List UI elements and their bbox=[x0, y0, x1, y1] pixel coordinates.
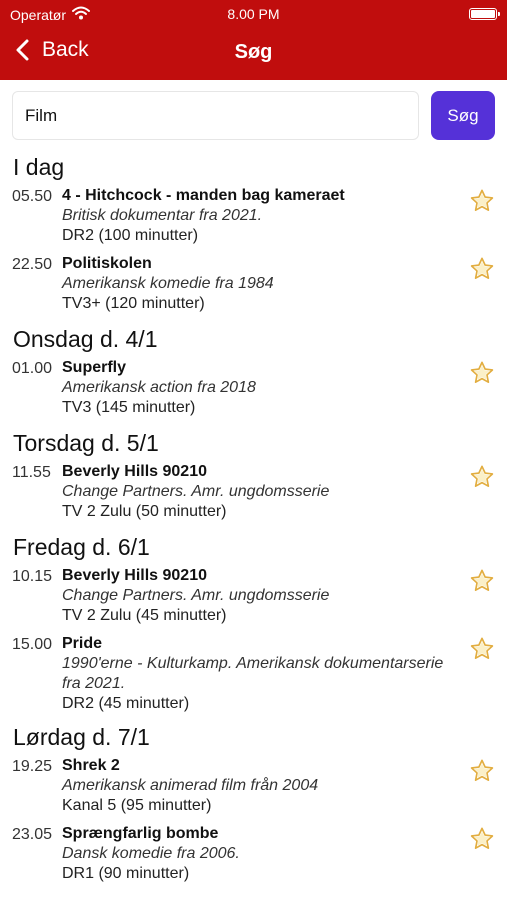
program-time: 10.15 bbox=[12, 568, 53, 585]
day-heading: I dag bbox=[13, 154, 65, 180]
program-item[interactable]: 19.25 Shrek 2 Amerikansk animerad film frå… bbox=[0, 756, 507, 818]
program-title: Sprængfarlig bombe bbox=[62, 825, 219, 842]
program-item[interactable]: 22.50 Politiskolen Amerikansk komedie fra … bbox=[0, 254, 507, 316]
star-favorite-icon[interactable] bbox=[469, 360, 495, 386]
star-favorite-icon[interactable] bbox=[469, 256, 495, 282]
program-title: Superfly bbox=[62, 359, 127, 376]
program-description: Dansk komedie fra 2006. bbox=[62, 845, 240, 862]
status-time: 8.00 PM bbox=[227, 6, 280, 22]
nav-bar: Back Søg bbox=[0, 28, 507, 80]
program-time: 22.50 bbox=[12, 256, 53, 273]
program-description: Change Partners. Amr. ungdomsserie bbox=[62, 587, 330, 604]
program-channel: DR2 (45 minutter) bbox=[62, 695, 190, 712]
program-time: 01.00 bbox=[12, 360, 53, 377]
program-title: 4 - Hitchcock - manden bag kameraet bbox=[62, 187, 345, 204]
star-favorite-icon[interactable] bbox=[469, 188, 495, 214]
program-time: 05.50 bbox=[12, 188, 53, 205]
program-title: Shrek 2 bbox=[62, 757, 120, 774]
program-item[interactable]: 11.55 Beverly Hills 90210 Change Partners.… bbox=[0, 462, 507, 524]
search-input[interactable] bbox=[12, 91, 419, 140]
program-time: 23.05 bbox=[12, 826, 53, 843]
day-heading: Fredag d. 6/1 bbox=[13, 534, 150, 560]
program-channel: TV 2 Zulu (50 minutter) bbox=[62, 503, 227, 520]
program-channel: DR2 (100 minutter) bbox=[62, 227, 199, 244]
star-favorite-icon[interactable] bbox=[469, 826, 495, 852]
program-description: Amerikansk action fra 2018 bbox=[62, 379, 256, 396]
star-favorite-icon[interactable] bbox=[469, 758, 495, 784]
program-title: Beverly Hills 90210 bbox=[62, 567, 207, 584]
program-item[interactable]: 15.00 Pride 1990'erne - Kulturkamp. Amerik… bbox=[0, 634, 507, 714]
search-row: Søg bbox=[12, 91, 495, 140]
star-favorite-icon[interactable] bbox=[469, 464, 495, 490]
program-time: 15.00 bbox=[12, 636, 53, 653]
program-title: Pride bbox=[62, 635, 103, 652]
program-item[interactable]: 01.00 Superfly Amerikansk action fra 2018 T… bbox=[0, 358, 507, 420]
day-heading: Torsdag d. 5/1 bbox=[13, 430, 159, 456]
program-item[interactable]: 10.15 Beverly Hills 90210 Change Partners.… bbox=[0, 566, 507, 628]
program-channel: TV 2 Zulu (45 minutter) bbox=[62, 607, 227, 624]
battery-icon bbox=[469, 8, 500, 20]
program-description: Amerikansk animerad film från 2004 bbox=[62, 777, 319, 794]
program-description: Change Partners. Amr. ungdomsserie bbox=[62, 483, 330, 500]
star-favorite-icon[interactable] bbox=[469, 568, 495, 594]
program-channel: TV3+ (120 minutter) bbox=[62, 295, 205, 312]
app-header: Operatør 8.00 PM Back Søg bbox=[0, 0, 507, 80]
status-bar: Operatør 8.00 PM bbox=[0, 0, 507, 28]
search-button[interactable]: Søg bbox=[431, 91, 495, 140]
program-channel: DR1 (90 minutter) bbox=[62, 865, 190, 882]
day-heading: Lørdag d. 7/1 bbox=[13, 724, 150, 750]
program-time: 11.55 bbox=[12, 464, 51, 481]
program-item[interactable]: 23.05 Sprængfarlig bombe Dansk komedie fra… bbox=[0, 824, 507, 886]
program-description: Amerikansk komedie fra 1984 bbox=[62, 275, 274, 292]
day-heading: Onsdag d. 4/1 bbox=[13, 326, 158, 352]
program-time: 19.25 bbox=[12, 758, 53, 775]
program-channel: TV3 (145 minutter) bbox=[62, 399, 196, 416]
page-title: Søg bbox=[234, 41, 273, 63]
program-item[interactable]: 05.50 4 - Hitchcock - manden bag kameraet… bbox=[0, 186, 507, 248]
program-title: Beverly Hills 90210 bbox=[62, 463, 207, 480]
results-list: I dag 05.50 4 - Hitchcock - manden bag kam… bbox=[0, 150, 507, 892]
program-description: Britisk dokumentar fra 2021. bbox=[62, 207, 263, 224]
program-description: 1990'erne - Kulturkamp. Amerikansk dokum… bbox=[62, 655, 444, 692]
program-title: Politiskolen bbox=[62, 255, 152, 272]
program-channel: Kanal 5 (95 minutter) bbox=[62, 797, 212, 814]
star-favorite-icon[interactable] bbox=[469, 636, 495, 662]
